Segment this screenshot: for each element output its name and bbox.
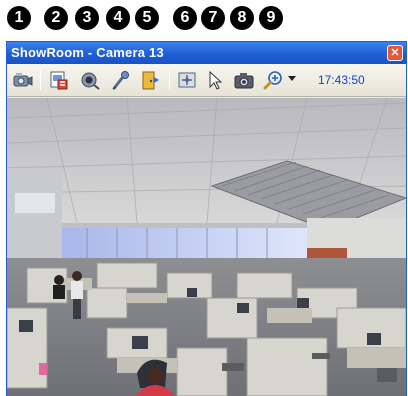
callout-7: 7 <box>201 6 225 30</box>
toolbar: 17:43:50 <box>7 64 406 97</box>
record-icon <box>81 72 100 90</box>
zoom-dropdown-arrow[interactable] <box>288 76 296 81</box>
clock-readout: 17:43:50 <box>318 73 365 87</box>
callout-4: 4 <box>106 6 130 30</box>
title-bar[interactable]: ShowRoom - Camera 13 ✕ <box>7 42 406 64</box>
callout-9: 9 <box>259 6 283 30</box>
callout-row: 1 2 3 4 5 6 7 8 9 <box>0 0 408 40</box>
output-button[interactable] <box>138 68 162 92</box>
toolbar-separator <box>169 70 170 90</box>
layout-button[interactable] <box>47 68 71 92</box>
ptz-control-icon <box>178 72 196 88</box>
camera-select-button[interactable] <box>11 68 35 92</box>
callout-8: 8 <box>230 6 254 30</box>
audio-microphone-icon <box>112 71 129 90</box>
callout-1: 1 <box>7 6 31 30</box>
camera-video-view[interactable] <box>7 98 406 396</box>
snapshot-layout-icon <box>50 71 68 90</box>
close-button[interactable]: ✕ <box>387 45 403 61</box>
camera-select-icon <box>13 73 33 87</box>
office-camera-image <box>7 98 406 396</box>
pointer-cursor-icon <box>209 70 223 90</box>
camera-snapshot-icon <box>234 73 254 89</box>
zoom-icon <box>263 71 282 90</box>
toolbar-separator <box>40 70 41 90</box>
audio-button[interactable] <box>109 68 133 92</box>
door-output-icon <box>142 71 159 90</box>
callout-3: 3 <box>75 6 99 30</box>
ptz-button[interactable] <box>175 68 199 92</box>
close-icon: ✕ <box>390 47 400 59</box>
camera-window: ShowRoom - Camera 13 ✕ 17:43:50 <box>6 41 407 396</box>
snapshot-button[interactable] <box>232 68 256 92</box>
callout-5: 5 <box>135 6 159 30</box>
record-button[interactable] <box>78 68 102 92</box>
zoom-button[interactable] <box>261 68 285 92</box>
callout-6: 6 <box>173 6 197 30</box>
pointer-button[interactable] <box>203 68 227 92</box>
callout-2: 2 <box>44 6 68 30</box>
window-title: ShowRoom - Camera 13 <box>11 45 164 60</box>
